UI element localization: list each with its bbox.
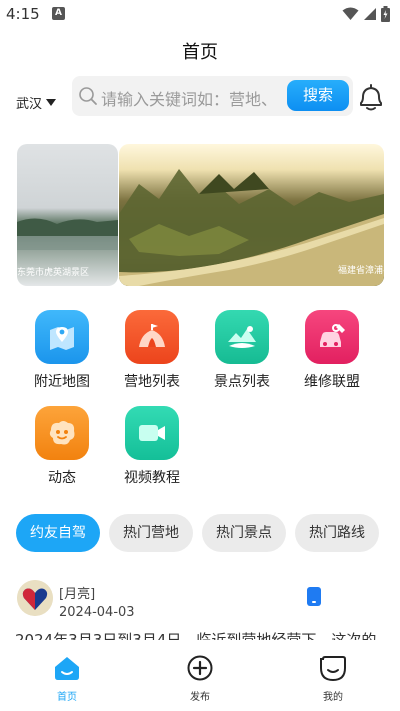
page-title: 首页 (182, 42, 218, 63)
bottom-tab-bar: 首页 发布 我的 (0, 649, 400, 711)
city-label: 武汉 (16, 97, 43, 112)
tab-label: 首页 (57, 692, 77, 703)
tab-label: 发布 (190, 692, 210, 703)
post-text: 2024年3月3日到3月4日，临近到营地经营下，这次的 (15, 631, 377, 640)
search-button[interactable]: 搜索 (287, 80, 349, 111)
menu-item-label: 营地列表 (124, 374, 180, 390)
post-date: 2024-04-03 (59, 605, 135, 620)
chip-self-drive[interactable]: 约友自驾 (16, 514, 100, 552)
menu-item-label: 维修联盟 (304, 374, 360, 390)
battery-icon (381, 6, 390, 22)
banner-carousel[interactable]: 东莞市虎英湖景区 福建省漳浦县 (17, 144, 384, 286)
tab-publish[interactable]: 发布 (165, 655, 235, 703)
menu-item-label: 视频教程 (124, 470, 180, 486)
menu-item-nearby-map[interactable]: 附近地图 (22, 310, 102, 391)
menu-item-moments[interactable]: 动态 (22, 406, 102, 487)
banner-caption: 东莞市虎英湖景区 (17, 268, 90, 278)
menu-item-repair-alliance[interactable]: 维修联盟 (292, 310, 372, 391)
video-icon (125, 406, 179, 460)
post-author[interactable]: [月亮] (59, 583, 95, 602)
tab-label: 我的 (323, 692, 343, 703)
category-tabs: 约友自驾 热门营地 热门景点 热门路线 (16, 514, 379, 552)
moments-icon (35, 406, 89, 460)
tab-mine[interactable]: 我的 (298, 655, 368, 703)
status-bar: 4:15 A (0, 0, 400, 28)
phone-icon[interactable] (307, 587, 321, 606)
home-icon (55, 657, 79, 680)
menu-item-label: 景点列表 (214, 374, 270, 390)
landscape-icon (215, 310, 269, 364)
menu-item-video-tutorial[interactable]: 视频教程 (112, 406, 192, 487)
car-repair-icon (305, 310, 359, 364)
map-pin-icon (35, 310, 89, 364)
menu-item-campsite-list[interactable]: 营地列表 (112, 310, 192, 391)
chip-hot-scenic[interactable]: 热门景点 (202, 514, 286, 552)
banner-slide[interactable]: 福建省漳浦县 (119, 144, 384, 286)
search-bar[interactable]: 请输入关键词如：营地、 搜索 (72, 76, 353, 116)
profile-smile-icon (320, 656, 346, 682)
chip-hot-campsites[interactable]: 热门营地 (109, 514, 193, 552)
status-icons (342, 6, 390, 22)
tab-home[interactable]: 首页 (32, 655, 102, 703)
dropdown-arrow-icon (46, 99, 57, 106)
banner-caption: 福建省漳浦县 (337, 266, 384, 276)
bell-icon[interactable] (357, 83, 385, 113)
chip-hot-routes[interactable]: 热门路线 (295, 514, 379, 552)
menu-item-scenic-list[interactable]: 景点列表 (202, 310, 282, 391)
search-icon (79, 87, 97, 105)
notification-a-icon: A (52, 7, 65, 20)
city-selector[interactable]: 武汉 (16, 93, 57, 112)
menu-item-label: 动态 (48, 470, 76, 486)
add-circle-icon (187, 655, 213, 681)
avatar[interactable] (17, 580, 53, 616)
menu-item-label: 附近地图 (34, 374, 90, 390)
status-time: 4:15 (6, 5, 40, 23)
search-input[interactable]: 请输入关键词如：营地、 (101, 86, 277, 110)
wifi-icon (342, 7, 359, 20)
banner-slide[interactable]: 东莞市虎英湖景区 (17, 144, 118, 286)
signal-icon (364, 8, 376, 20)
tent-icon (125, 310, 179, 364)
